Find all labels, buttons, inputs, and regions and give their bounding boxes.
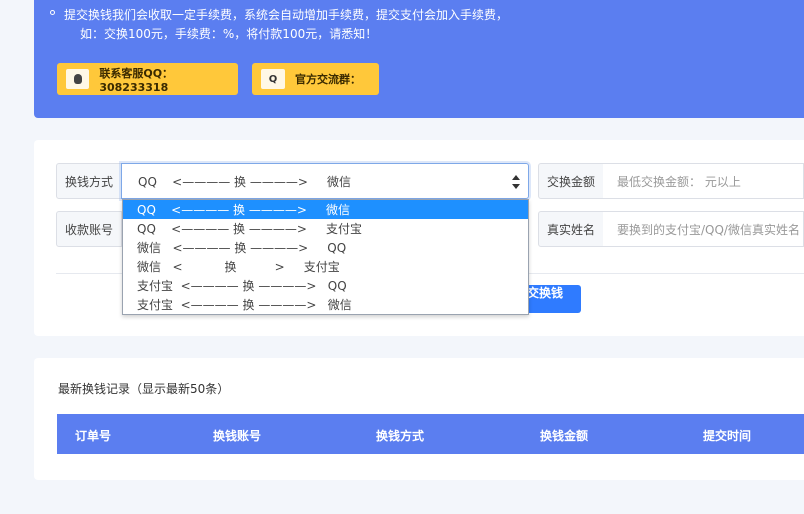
method-dropdown-list: QQ <———— 换 ————> 微信 QQ <———— 换 ————> 支付宝…	[122, 199, 529, 315]
official-group-button[interactable]: Q 官方交流群：	[252, 63, 379, 95]
method-select[interactable]: QQ <———— 换 ————> 微信	[121, 163, 529, 199]
real-name-input[interactable]: 要换到的支付宝/QQ/微信真实姓名	[603, 211, 804, 247]
bullet-icon	[50, 10, 55, 15]
dropdown-option[interactable]: QQ <———— 换 ————> 微信	[123, 200, 528, 219]
dropdown-option[interactable]: 支付宝 <———— 换 ————> QQ	[123, 276, 528, 295]
column-header-time: 提交时间	[703, 429, 752, 443]
notice-line-1: 提交换钱我们会收取一定手续费，系统会自动增加手续费，提交支付会加入手续费，	[50, 6, 508, 23]
penguin-icon	[66, 69, 90, 89]
contact-qq-label: 联系客服QQ：308233318	[99, 66, 174, 94]
column-header-amount: 换钱金额	[540, 429, 589, 443]
dropdown-option[interactable]: QQ <———— 换 ————> 支付宝	[123, 219, 528, 238]
records-title: 最新换钱记录（显示最新50条）	[58, 382, 230, 396]
column-header-method: 换钱方式	[376, 429, 425, 443]
select-arrows-icon	[512, 175, 520, 189]
official-group-label: 官方交流群：	[295, 73, 361, 86]
column-header-order-no: 订单号	[75, 429, 112, 443]
records-table-header: 订单号 换钱账号 换钱方式 换钱金额 提交时间	[57, 414, 804, 454]
account-label: 收款账号	[56, 211, 122, 247]
amount-input[interactable]: 最低交换金额： 元以上	[603, 163, 804, 199]
method-select-value: QQ <———— 换 ————> 微信	[138, 174, 351, 189]
contact-qq-button[interactable]: 联系客服QQ：308233318	[57, 63, 238, 95]
dropdown-option[interactable]: 微信 < 换 > 支付宝	[123, 257, 528, 276]
column-header-account: 换钱账号	[213, 429, 262, 443]
dropdown-option[interactable]: 微信 <———— 换 ————> QQ	[123, 238, 528, 257]
name-label: 真实姓名	[538, 211, 604, 247]
dropdown-option[interactable]: 支付宝 <———— 换 ————> 微信	[123, 295, 528, 314]
notice-line-2: 如：交换100元，手续费：%，将付款100元，请悉知！	[80, 27, 378, 41]
qq-group-icon: Q	[261, 69, 285, 89]
amount-label: 交换金额	[538, 163, 604, 199]
method-label: 换钱方式	[56, 163, 122, 199]
